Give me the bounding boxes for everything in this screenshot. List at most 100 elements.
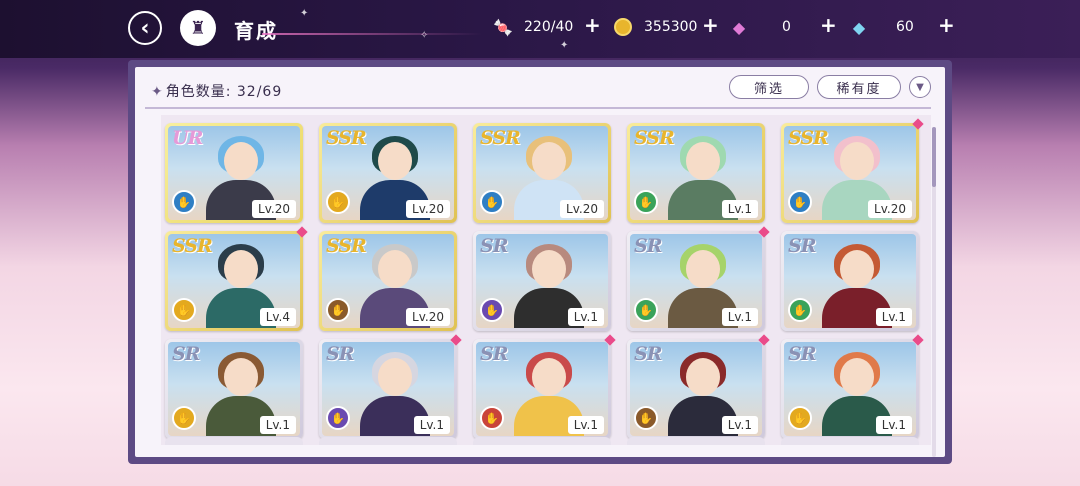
add-pink-diamond-button[interactable]: +: [820, 13, 837, 37]
attribute-icon: ✋: [326, 406, 350, 430]
character-portrait: SSR ✋ Lv.4: [168, 234, 300, 328]
level-label: Lv.20: [868, 200, 912, 218]
character-card[interactable]: SR ✋ Lv.1: [781, 231, 919, 331]
character-face: [686, 250, 720, 288]
filter-button[interactable]: 筛选: [729, 75, 809, 99]
blue-diamond-value: 60: [896, 19, 914, 35]
attribute-icon: ✋: [634, 298, 658, 322]
level-label: Lv.1: [721, 416, 758, 434]
character-card[interactable]: SR ✋ Lv.1: [473, 334, 616, 439]
level-label: Lv.20: [406, 308, 450, 326]
character-portrait: SSR ✋ Lv.1: [630, 126, 762, 220]
page-title: 育成: [234, 19, 278, 43]
character-face: [532, 250, 566, 288]
level-label: Lv.1: [875, 416, 912, 434]
castle-icon: ♜: [189, 17, 207, 39]
resource-coin: 355300 +: [610, 13, 719, 38]
candy-icon: 🍬: [493, 17, 513, 37]
character-face: [840, 250, 874, 288]
character-card[interactable]: SSR ✋ Lv.20: [781, 118, 924, 223]
attribute-icon: ✋: [480, 190, 504, 214]
attribute-icon: ✋: [788, 298, 812, 322]
coin-icon: [610, 16, 636, 38]
level-label: Lv.1: [721, 200, 758, 218]
character-portrait: SR ✋ Lv.1: [322, 342, 454, 436]
character-card[interactable]: [781, 437, 919, 445]
resource-pink-diamond: ◆ 0 +: [726, 13, 837, 38]
character-card[interactable]: SR ✋ Lv.1: [473, 231, 611, 331]
character-portrait: SSR ✋ Lv.20: [784, 126, 916, 220]
character-card[interactable]: SR ✋ Lv.1: [627, 226, 770, 331]
character-card[interactable]: [319, 437, 457, 445]
level-label: Lv.1: [413, 416, 450, 434]
character-card[interactable]: SSR ✋ Lv.1: [627, 123, 765, 223]
character-card[interactable]: SSR ✋ Lv.4: [165, 226, 308, 331]
character-face: [378, 250, 412, 288]
character-card[interactable]: [165, 437, 303, 445]
character-card[interactable]: SSR ✋ Lv.20: [473, 123, 611, 223]
scrollbar-thumb[interactable]: [932, 127, 936, 187]
level-label: Lv.1: [567, 416, 604, 434]
rarity-badge: SR: [172, 343, 200, 365]
level-label: Lv.1: [875, 308, 912, 326]
character-card[interactable]: SSR ✋ Lv.20: [319, 231, 457, 331]
attribute-icon: ✋: [634, 406, 658, 430]
character-face: [686, 142, 720, 180]
divider: [145, 107, 931, 109]
level-label: Lv.1: [567, 308, 604, 326]
character-card[interactable]: SR ✋ Lv.1: [165, 339, 303, 439]
back-arrow-icon: ‹: [140, 15, 150, 41]
character-card[interactable]: SR ✋ Lv.1: [781, 334, 924, 439]
rarity-badge: SR: [480, 343, 508, 365]
character-grid: UR ✋ Lv.20 SSR ✋ Lv.20 SSR ✋ Lv.20 SSR ✋ Lv.1 SSR ✋ Lv…: [161, 115, 931, 445]
rarity-badge: SR: [634, 343, 662, 365]
rarity-badge: SSR: [480, 127, 521, 149]
rarity-badge: SR: [788, 343, 816, 365]
character-card[interactable]: [627, 437, 765, 445]
character-portrait: SR ✋ Lv.1: [630, 342, 762, 436]
character-panel: ✦ 角色数量: 32/69 筛选 稀有度 ▼ UR ✋ Lv.20 SSR ✋ Lv.20 S…: [128, 60, 952, 464]
rarity-sort-button[interactable]: 稀有度: [817, 75, 901, 99]
back-button[interactable]: ‹: [128, 11, 162, 45]
title-decoration: [262, 33, 482, 35]
coin-value: 355300: [644, 19, 698, 35]
character-face: [224, 142, 258, 180]
character-face: [686, 358, 720, 396]
character-face: [840, 358, 874, 396]
add-coin-button[interactable]: +: [702, 13, 719, 37]
character-card[interactable]: SSR ✋ Lv.20: [319, 123, 457, 223]
sparkle-icon: ✦: [151, 84, 164, 100]
attribute-icon: ✋: [172, 406, 196, 430]
sparkle-icon: ✧: [420, 30, 429, 41]
level-label: Lv.4: [259, 308, 296, 326]
character-card[interactable]: [473, 437, 611, 445]
pink-diamond-icon: ◆: [732, 17, 746, 37]
home-button[interactable]: ♜: [180, 10, 216, 46]
sparkle-icon: ✦: [300, 8, 309, 19]
character-portrait: SSR ✋ Lv.20: [476, 126, 608, 220]
rarity-badge: UR: [172, 127, 203, 149]
character-face: [224, 250, 258, 288]
character-card[interactable]: UR ✋ Lv.20: [165, 123, 303, 223]
character-portrait: SR ✋ Lv.1: [476, 342, 608, 436]
level-label: Lv.1: [259, 416, 296, 434]
attribute-icon: ✋: [788, 406, 812, 430]
attribute-icon: ✋: [172, 190, 196, 214]
sort-down-icon[interactable]: ▼: [909, 76, 931, 98]
character-face: [840, 142, 874, 180]
character-count-text: 角色数量: 32/69: [165, 84, 283, 100]
attribute-icon: ✋: [480, 298, 504, 322]
character-card[interactable]: SR ✋ Lv.1: [319, 334, 462, 439]
character-card[interactable]: SR ✋ Lv.1: [627, 334, 770, 439]
rarity-badge: SSR: [172, 235, 213, 257]
add-candy-button[interactable]: +: [584, 13, 601, 37]
character-portrait: SR ✋ Lv.1: [784, 342, 916, 436]
attribute-icon: ✋: [326, 190, 350, 214]
resource-candy: 🍬 220/40 +: [490, 13, 601, 38]
candy-value: 220/40: [524, 19, 574, 35]
level-label: Lv.20: [560, 200, 604, 218]
character-face: [224, 358, 258, 396]
sparkle-icon: ✦: [560, 40, 569, 51]
attribute-icon: ✋: [634, 190, 658, 214]
add-blue-diamond-button[interactable]: +: [938, 13, 955, 37]
